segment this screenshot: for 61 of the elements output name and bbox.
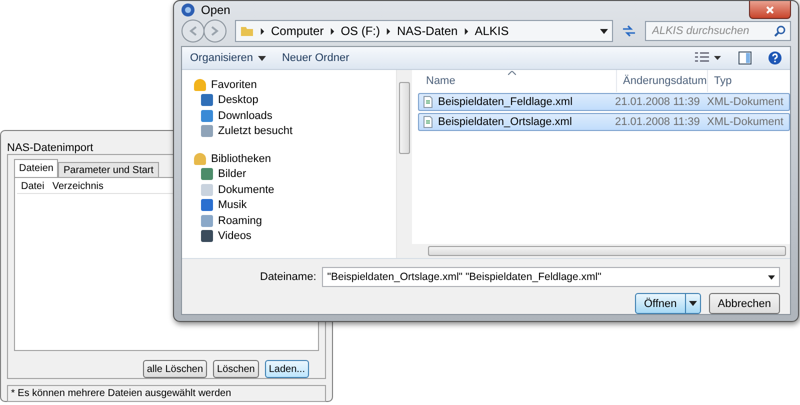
close-icon — [765, 4, 775, 14]
scrollbar[interactable] — [396, 70, 412, 258]
dropdown-arrow-icon[interactable] — [768, 274, 775, 280]
nav-item[interactable]: Downloads — [194, 108, 396, 124]
dropdown-arrow-icon[interactable] — [600, 28, 608, 34]
toolbar-button[interactable]: Neuer Ordner — [282, 52, 350, 64]
cancel-button[interactable]: Abbrechen — [708, 293, 780, 314]
refresh-icon[interactable] — [621, 24, 637, 38]
document-icon — [423, 116, 433, 128]
file-row[interactable]: Beispieldaten_Feldlage.xml 21.01.2008 11:39 XML-Dokument — [418, 93, 790, 111]
breadcrumb-item[interactable]: ALKIS — [474, 24, 509, 38]
file-date: 21.01.2008 11:39 — [615, 116, 701, 128]
window-title: Open — [201, 3, 232, 17]
file-name: Beispieldaten_Ortslage.xml — [438, 116, 572, 128]
close-button[interactable] — [749, 1, 791, 19]
nav-item[interactable]: Videos — [194, 228, 396, 244]
column-header[interactable]: Datei — [21, 181, 44, 192]
chevron-icon — [260, 28, 265, 34]
nav-item[interactable]: Musik — [194, 198, 396, 213]
file-type: XML-Dokument — [707, 116, 784, 128]
search-icon — [774, 25, 786, 37]
file-row[interactable]: Beispieldaten_Ortslage.xml 21.01.2008 11:39 XML-Dokument — [418, 113, 790, 131]
caret-icon — [258, 56, 266, 60]
nav-item[interactable]: Zuletzt besucht — [194, 124, 396, 139]
tab[interactable]: Dateien — [14, 159, 58, 177]
nav-item[interactable]: Dokumente — [194, 182, 396, 198]
tab[interactable]: Parameter und Start — [58, 162, 159, 177]
preview-pane-icon[interactable] — [738, 51, 752, 65]
help-icon[interactable] — [768, 51, 782, 65]
column-header[interactable]: Name — [418, 70, 617, 92]
nav-group[interactable]: Bibliotheken — [194, 151, 396, 166]
breadcrumb-item[interactable]: OS (F:) — [340, 24, 380, 38]
nav-group[interactable]: Favoriten — [194, 77, 396, 92]
file-type: XML-Dokument — [707, 96, 784, 108]
nav-item[interactable]: Roaming — [194, 213, 396, 228]
app-icon — [181, 3, 195, 17]
nav-item[interactable]: Bilder — [194, 166, 396, 182]
action-button[interactable]: Laden... — [264, 360, 309, 378]
breadcrumb-item[interactable]: NAS-Daten — [397, 24, 458, 38]
address-bar[interactable]: Computer OS (F:) NAS-Daten ALKIS — [235, 20, 613, 42]
column-header[interactable]: Verzeichnis — [52, 181, 104, 192]
filename-combobox[interactable]: "Beispieldaten_Ortslage.xml" "Beispieldaten_Feldlage.xml" — [322, 267, 780, 287]
nav-item[interactable]: Desktop — [194, 92, 396, 108]
open-button[interactable]: Öffnen — [634, 293, 701, 314]
chevron-icon — [386, 28, 392, 34]
status-bar: * Es können mehrere Dateien ausgewählt werden — [7, 385, 326, 402]
file-name: Beispieldaten_Feldlage.xml — [438, 96, 573, 108]
toolbar-button[interactable]: Organisieren — [190, 52, 266, 64]
chevron-icon — [464, 28, 469, 34]
action-button[interactable]: alle Löschen — [142, 360, 208, 378]
caret-icon — [688, 301, 697, 306]
file-date: 21.01.2008 11:39 — [615, 96, 701, 108]
action-button[interactable]: Löschen — [213, 360, 259, 378]
scrollbar[interactable] — [412, 244, 790, 258]
column-header[interactable]: Änderungsdatum — [617, 70, 708, 92]
chevron-icon — [330, 28, 335, 34]
breadcrumb-item[interactable]: Computer — [271, 24, 324, 38]
column-header[interactable]: Typ — [708, 70, 774, 92]
document-icon — [423, 96, 433, 108]
field-label: Dateiname: — [260, 271, 316, 283]
window-title: NAS-Datenimport — [7, 142, 94, 154]
